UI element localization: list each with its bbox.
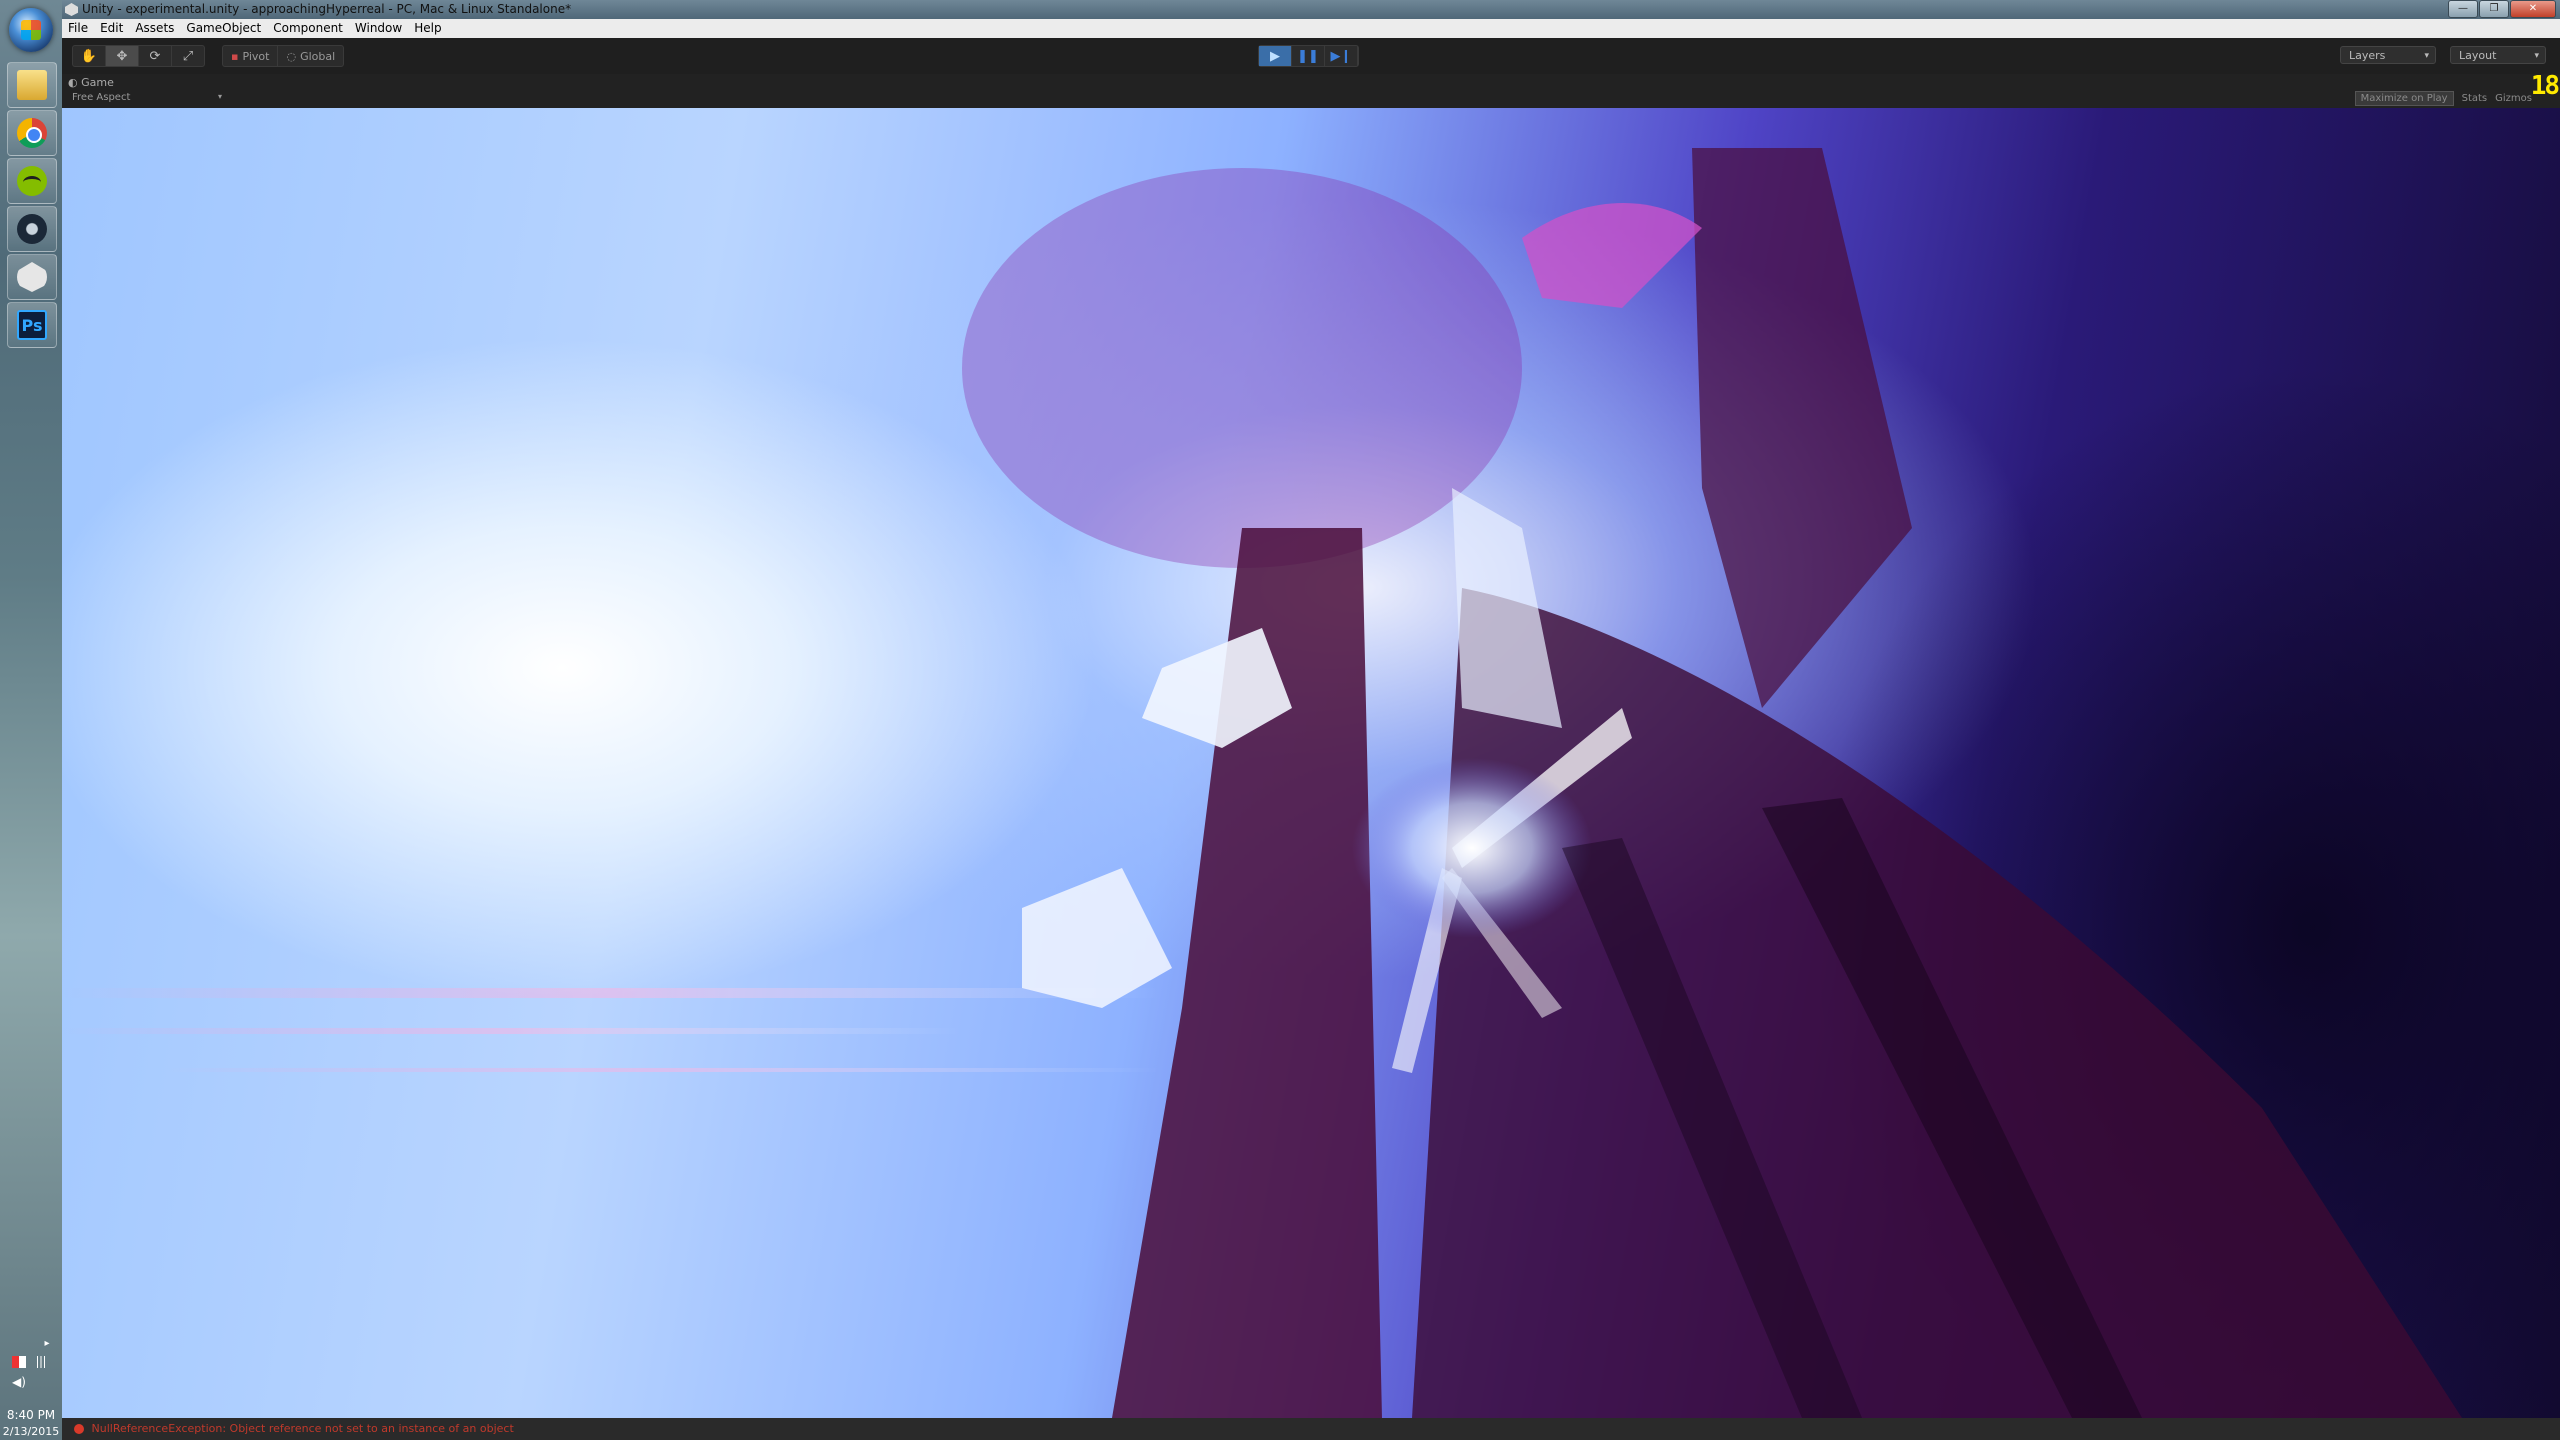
chrome-icon: [17, 118, 47, 148]
pivot-icon: ▪: [231, 49, 239, 63]
taskbar-app-explorer[interactable]: [7, 62, 57, 108]
taskbar-app-steam[interactable]: [7, 206, 57, 252]
game-render-scene: [62, 148, 2560, 1418]
global-toggle[interactable]: ◌ Global: [278, 46, 343, 66]
tab-game[interactable]: ◐ Game: [68, 76, 114, 89]
show-hidden-icons-chevron-icon[interactable]: ▸: [40, 1338, 54, 1350]
network-icon[interactable]: [34, 1356, 48, 1368]
game-viewport[interactable]: [62, 108, 2560, 1418]
maximize-on-play-toggle[interactable]: Maximize on Play: [2354, 91, 2454, 106]
pivot-toggles: ▪ Pivot ◌ Global: [222, 45, 345, 67]
unity-icon: [17, 262, 47, 292]
global-label: Global: [300, 49, 336, 63]
unity-toolbar: ✋ ✥ ⟳ ⤢ ▪ Pivot ◌ Global ▶ ❚❚ ▶❙ Layers …: [62, 38, 2560, 75]
game-tab-icon: ◐: [68, 76, 78, 89]
step-button[interactable]: ▶❙: [1325, 46, 1358, 66]
pink-foot: [1522, 203, 1702, 308]
play-button[interactable]: ▶: [1259, 46, 1292, 66]
system-tray: ▸ ◀) 8:40 PM 2/13/2015: [0, 1320, 62, 1440]
layers-label: Layers: [2349, 49, 2386, 62]
layers-dropdown[interactable]: Layers ▾: [2340, 46, 2436, 64]
taskbar-app-spotify[interactable]: [7, 158, 57, 204]
transform-tools: ✋ ✥ ⟳ ⤢: [72, 45, 205, 67]
console-status-bar[interactable]: NullReferenceException: Object reference…: [62, 1418, 2560, 1440]
unity-window: Unity - experimental.unity - approaching…: [62, 0, 2560, 1440]
pivot-toggle[interactable]: ▪ Pivot: [223, 46, 279, 66]
light-streak: [62, 988, 1162, 998]
start-button[interactable]: [9, 8, 53, 52]
maximize-button[interactable]: ❐: [2479, 0, 2509, 18]
play-controls: ▶ ❚❚ ▶❙: [1258, 45, 1359, 67]
layout-label: Layout: [2459, 49, 2497, 62]
error-message: NullReferenceException: Object reference…: [91, 1422, 514, 1435]
menu-help[interactable]: Help: [408, 19, 447, 38]
unity-logo-icon: [65, 3, 78, 16]
fps-counter: 18: [2530, 71, 2560, 101]
scale-tool-icon[interactable]: ⤢: [172, 46, 204, 66]
steam-icon: [17, 214, 47, 244]
menu-edit[interactable]: Edit: [94, 19, 129, 38]
menu-assets[interactable]: Assets: [129, 19, 180, 38]
rotate-tool-icon[interactable]: ⟳: [139, 46, 172, 66]
volume-icon[interactable]: ◀): [12, 1376, 26, 1388]
global-icon: ◌: [286, 49, 297, 63]
menu-component[interactable]: Component: [267, 19, 349, 38]
clock-time[interactable]: 8:40 PM: [0, 1408, 62, 1422]
move-tool-icon[interactable]: ✥: [106, 46, 139, 66]
window-controls: — ❐ ✕: [2448, 0, 2556, 18]
aspect-dropdown[interactable]: Free Aspect ▾: [72, 92, 222, 103]
hand-tool-icon[interactable]: ✋: [73, 46, 106, 66]
tray-icons: ▸ ◀): [10, 1338, 52, 1388]
photoshop-icon: Ps: [17, 310, 47, 340]
error-icon: [74, 1424, 84, 1434]
taskbar-app-unity[interactable]: [7, 254, 57, 300]
layout-dropdown[interactable]: Layout ▾: [2450, 46, 2546, 64]
minimize-button[interactable]: —: [2448, 0, 2478, 18]
menu-file[interactable]: File: [62, 19, 94, 38]
figure-leg: [1692, 148, 1912, 708]
game-view-options: Maximize on Play Stats Gizmos: [2354, 91, 2556, 106]
action-center-flag-icon[interactable]: [12, 1356, 26, 1368]
taskbar-app-chrome[interactable]: [7, 110, 57, 156]
menu-bar: File Edit Assets GameObject Component Wi…: [62, 19, 2560, 38]
purple-glow: [962, 168, 1522, 568]
white-hand: [1022, 868, 1172, 1008]
light-core: [1352, 758, 1592, 938]
window-titlebar[interactable]: Unity - experimental.unity - approaching…: [62, 0, 2560, 19]
pivot-label: Pivot: [242, 49, 270, 63]
game-view-header: ◐ Game Free Aspect ▾ Maximize on Play St…: [62, 71, 2560, 108]
menu-window[interactable]: Window: [349, 19, 408, 38]
taskbar-app-photoshop[interactable]: Ps: [7, 302, 57, 348]
menu-gameobject[interactable]: GameObject: [180, 19, 267, 38]
white-figure: [1452, 488, 1562, 728]
clock-date[interactable]: 2/13/2015: [0, 1425, 62, 1438]
window-title: Unity - experimental.unity - approaching…: [82, 2, 572, 16]
chevron-down-icon: ▾: [2534, 51, 2539, 61]
windows-taskbar: Ps ▸ ◀) 8:40 PM 2/13/2015: [0, 0, 63, 1440]
pause-button[interactable]: ❚❚: [1292, 46, 1325, 66]
light-streak: [162, 1068, 1162, 1072]
light-streak: [62, 1028, 962, 1034]
close-button[interactable]: ✕: [2510, 0, 2556, 18]
spotify-icon: [17, 166, 47, 196]
chevron-down-icon: ▾: [2424, 51, 2429, 61]
aspect-label: Free Aspect: [72, 92, 131, 103]
gizmos-toggle[interactable]: Gizmos: [2495, 93, 2532, 104]
stats-toggle[interactable]: Stats: [2462, 93, 2488, 104]
game-tab-label: Game: [81, 76, 114, 89]
folder-icon: [17, 70, 47, 100]
chevron-down-icon: ▾: [217, 92, 222, 101]
